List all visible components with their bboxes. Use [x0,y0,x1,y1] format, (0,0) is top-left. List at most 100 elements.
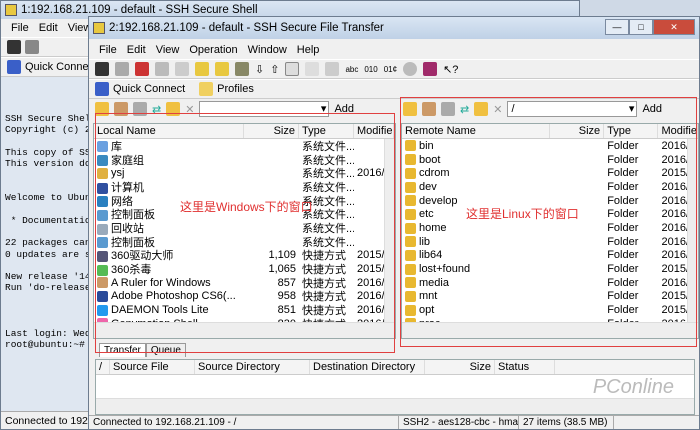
sftp-title-bar: 2:192.168.21.109 - default - SSH Secure … [89,17,699,39]
menu-operation[interactable]: Operation [189,44,237,56]
save-icon[interactable] [7,40,21,54]
menu-edit[interactable]: Edit [39,22,58,34]
help-book-icon[interactable] [423,62,438,76]
table-row[interactable]: devFolder2016/07/2 [402,180,698,194]
table-row[interactable]: bootFolder2016/07/0 [402,153,698,167]
remote-path-combo[interactable]: / [507,101,638,117]
local-path-combo[interactable] [199,101,330,117]
remote-hscrollbar[interactable] [402,322,698,338]
transfer-hscrollbar[interactable] [96,398,694,414]
cell-type: Folder [604,263,658,275]
local-hscrollbar[interactable] [94,322,395,338]
transfer-column-5[interactable]: Status [495,360,555,374]
column-header-type[interactable]: Type [299,124,354,138]
column-header-size[interactable]: Size [244,124,299,138]
up-folder-icon[interactable] [403,102,417,116]
profiles-button[interactable]: Profiles [217,83,254,95]
menu-file[interactable]: File [11,22,29,34]
column-header-local-name[interactable]: Local Name [94,124,244,138]
print-icon[interactable] [115,62,129,76]
minimize-button[interactable]: — [605,19,629,35]
remote-toolbar: ⇄ ✕ / Add [403,101,699,117]
menu-edit[interactable]: Edit [127,44,146,56]
app-icon [93,22,105,34]
column-header-modified[interactable]: Modified [354,124,394,138]
table-row[interactable]: cdromFolder2015/12/3 [402,166,698,180]
table-row[interactable]: mntFolder2015/12/3 [402,290,698,304]
cell-type: Folder [604,222,658,234]
quick-connect-icon [95,82,109,96]
context-help-icon[interactable]: ↖? [443,63,458,76]
quick-connect-button[interactable]: Quick Connect [113,83,185,95]
ascii-mode-icon[interactable]: abc [345,65,358,74]
folder-icon[interactable] [133,102,147,116]
remote-vscrollbar[interactable] [687,139,698,322]
table-row[interactable]: lib64Folder2016/07/0 [402,249,698,263]
transfer-column-3[interactable]: Destination Directory [310,360,425,374]
column-header-remote-name[interactable]: Remote Name [402,124,550,138]
column-header-type[interactable]: Type [604,124,659,138]
details-icon[interactable] [325,62,340,76]
list-icon[interactable] [305,62,320,76]
save-icon[interactable] [95,62,109,76]
up-folder-icon[interactable] [95,102,109,116]
disconnect-icon[interactable] [135,62,149,76]
sftp-toolbar: ⇩ ⇧ abc 010 01¢ ↖? [89,59,699,79]
paste-icon[interactable] [175,62,189,76]
cell-type: Folder [604,277,658,289]
close-button[interactable]: ✕ [653,19,695,35]
remote-add-button[interactable]: Add [642,103,662,115]
terminal-output[interactable]: SSH Secure Shel Copyright (c) 2 This cop… [5,113,89,350]
binary-mode-icon[interactable]: 010 [364,65,377,74]
folder-icon[interactable] [441,102,455,116]
menu-file[interactable]: File [99,44,117,56]
stop-icon[interactable] [403,62,418,76]
new-folder-icon[interactable] [166,102,181,116]
delete-icon[interactable]: ✕ [493,103,502,116]
transfer-column-4[interactable]: Size [425,360,495,374]
upload-icon[interactable]: ⇧ [270,63,279,76]
cell-text: Folder [607,167,639,180]
table-row[interactable]: binFolder2016/07/0 [402,139,698,153]
table-row[interactable]: lost+foundFolder2015/12/3 [402,262,698,276]
view-icon[interactable] [285,62,300,76]
connect-icon[interactable] [195,62,209,76]
table-row[interactable]: mediaFolder2016/01/0 [402,276,698,290]
home-icon[interactable] [114,102,128,116]
download-icon[interactable]: ⇩ [255,63,264,76]
menu-help[interactable]: Help [297,44,320,56]
print-icon[interactable] [25,40,39,54]
maximize-button[interactable]: □ [629,19,653,35]
column-header-modified[interactable]: Modified [658,124,698,138]
delete-icon[interactable]: ✕ [185,103,194,116]
menu-view[interactable]: View [156,44,180,56]
cell-local-name: 家庭组 [94,152,244,168]
shell-quick-connect-button[interactable]: Quick Connect [25,61,97,73]
menu-window[interactable]: Window [248,44,287,56]
transfer-list[interactable]: / Source File Source Directory Destination … [95,359,695,415]
local-vscrollbar[interactable] [384,139,395,322]
remote-file-list[interactable]: Remote NameSizeTypeModifiedbinFolder2016… [401,123,699,339]
file-icon [97,264,108,276]
column-header-size[interactable]: Size [550,124,605,138]
status-connection: Connected to 192.168.21.109 - / [89,416,399,429]
refresh-icon[interactable]: ⇄ [460,103,469,116]
table-row[interactable]: libFolder2016/07/0 [402,235,698,249]
auto-mode-icon[interactable]: 01¢ [384,65,397,74]
table-row[interactable]: homeFolder2016/07/1 [402,221,698,235]
profile-icon[interactable] [215,62,229,76]
local-file-list[interactable]: Local NameSizeTypeModified库系统文件...家庭组系统文… [93,123,396,339]
settings-icon[interactable] [235,62,249,76]
transfer-column-2[interactable]: Source Directory [195,360,310,374]
new-folder-icon[interactable] [474,102,489,116]
transfer-column-1[interactable]: Source File [110,360,195,374]
refresh-icon[interactable]: ⇄ [152,103,161,116]
transfer-column-0[interactable]: / [96,360,110,374]
tab-queue[interactable]: Queue [145,343,186,357]
local-add-button[interactable]: Add [334,103,354,115]
tab-transfer[interactable]: Transfer [99,343,146,357]
home-icon[interactable] [422,102,436,116]
table-row[interactable]: optFolder2015/12/3 [402,303,698,317]
folder-icon [405,236,416,248]
copy-icon[interactable] [155,62,169,76]
